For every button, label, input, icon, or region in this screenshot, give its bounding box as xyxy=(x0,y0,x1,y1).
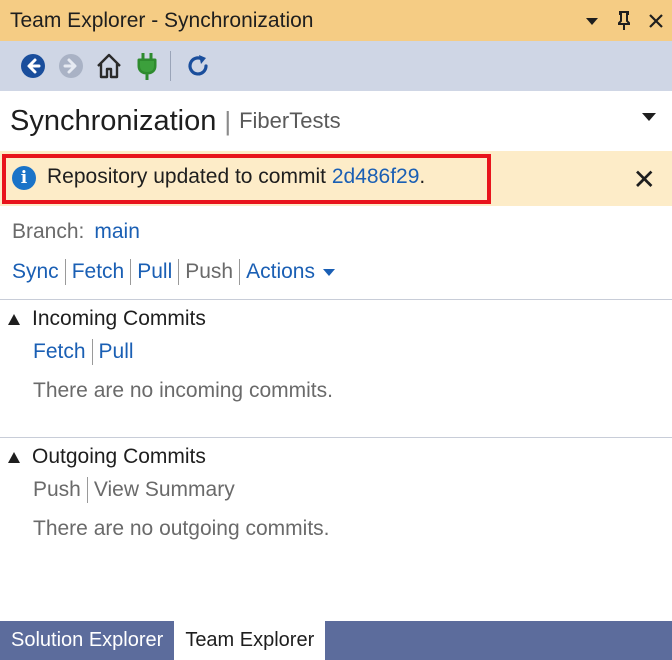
pull-link[interactable]: Pull xyxy=(137,260,172,284)
refresh-icon[interactable] xyxy=(179,47,217,85)
title-bar: Team Explorer - Synchronization xyxy=(0,0,672,41)
close-info-icon[interactable]: ✕ xyxy=(633,163,656,196)
incoming-commits-header[interactable]: Incoming Commits xyxy=(8,307,206,331)
actions-label: Actions xyxy=(246,260,315,283)
home-icon[interactable] xyxy=(90,47,128,85)
repository-name: FiberTests xyxy=(239,108,341,133)
incoming-empty-message: There are no incoming commits. xyxy=(33,379,333,402)
fetch-link[interactable]: Fetch xyxy=(72,260,125,284)
toolbar xyxy=(0,41,672,91)
close-icon[interactable] xyxy=(640,0,672,41)
connect-icon[interactable] xyxy=(128,47,166,85)
collapse-icon[interactable] xyxy=(8,451,20,463)
outgoing-push-link[interactable]: Push xyxy=(33,478,81,502)
outgoing-commits-header[interactable]: Outgoing Commits xyxy=(8,445,206,469)
link-separator xyxy=(130,259,132,285)
action-links: Sync Fetch Pull Push Actions xyxy=(12,259,335,285)
incoming-fetch-link[interactable]: Fetch xyxy=(33,340,86,364)
bottom-tab-bar: Solution Explorer Team Explorer xyxy=(0,621,672,660)
push-link[interactable]: Push xyxy=(185,260,233,284)
outgoing-empty-message: There are no outgoing commits. xyxy=(33,517,330,540)
link-separator xyxy=(64,259,66,285)
toolbar-separator xyxy=(170,51,171,81)
section-divider xyxy=(0,437,672,438)
highlight-box xyxy=(2,154,491,204)
pin-icon[interactable] xyxy=(608,0,640,41)
forward-icon[interactable] xyxy=(52,47,90,85)
window-title: Team Explorer - Synchronization xyxy=(10,8,314,32)
collapse-icon[interactable] xyxy=(8,313,20,325)
section-divider xyxy=(0,299,672,300)
window-controls xyxy=(576,0,672,41)
link-separator xyxy=(239,259,241,285)
link-separator xyxy=(86,477,88,503)
branch-row: Branch: main xyxy=(12,220,140,244)
incoming-pull-link[interactable]: Pull xyxy=(99,340,134,364)
outgoing-links: Push View Summary xyxy=(33,477,235,503)
tab-team-explorer[interactable]: Team Explorer xyxy=(174,621,326,660)
back-icon[interactable] xyxy=(14,47,52,85)
page-header: Synchronization | FiberTests xyxy=(0,91,672,151)
incoming-links: Fetch Pull xyxy=(33,339,134,365)
window-dropdown-icon[interactable] xyxy=(576,0,608,41)
link-separator xyxy=(91,339,93,365)
chevron-down-icon xyxy=(323,268,335,276)
tab-solution-explorer[interactable]: Solution Explorer xyxy=(0,621,174,660)
branch-label: Branch: xyxy=(12,220,85,243)
incoming-commits-title: Incoming Commits xyxy=(32,307,206,330)
actions-menu[interactable]: Actions xyxy=(246,260,335,284)
branch-link[interactable]: main xyxy=(94,220,140,243)
link-separator xyxy=(178,259,180,285)
header-separator: | xyxy=(224,105,232,136)
view-summary-link[interactable]: View Summary xyxy=(94,478,235,502)
sync-link[interactable]: Sync xyxy=(12,260,59,284)
info-bar: i Repository updated to commit 2d486f29.… xyxy=(0,151,672,206)
page-title: Synchronization xyxy=(10,104,217,137)
page-dropdown-icon[interactable] xyxy=(642,113,656,121)
outgoing-commits-title: Outgoing Commits xyxy=(32,445,206,468)
